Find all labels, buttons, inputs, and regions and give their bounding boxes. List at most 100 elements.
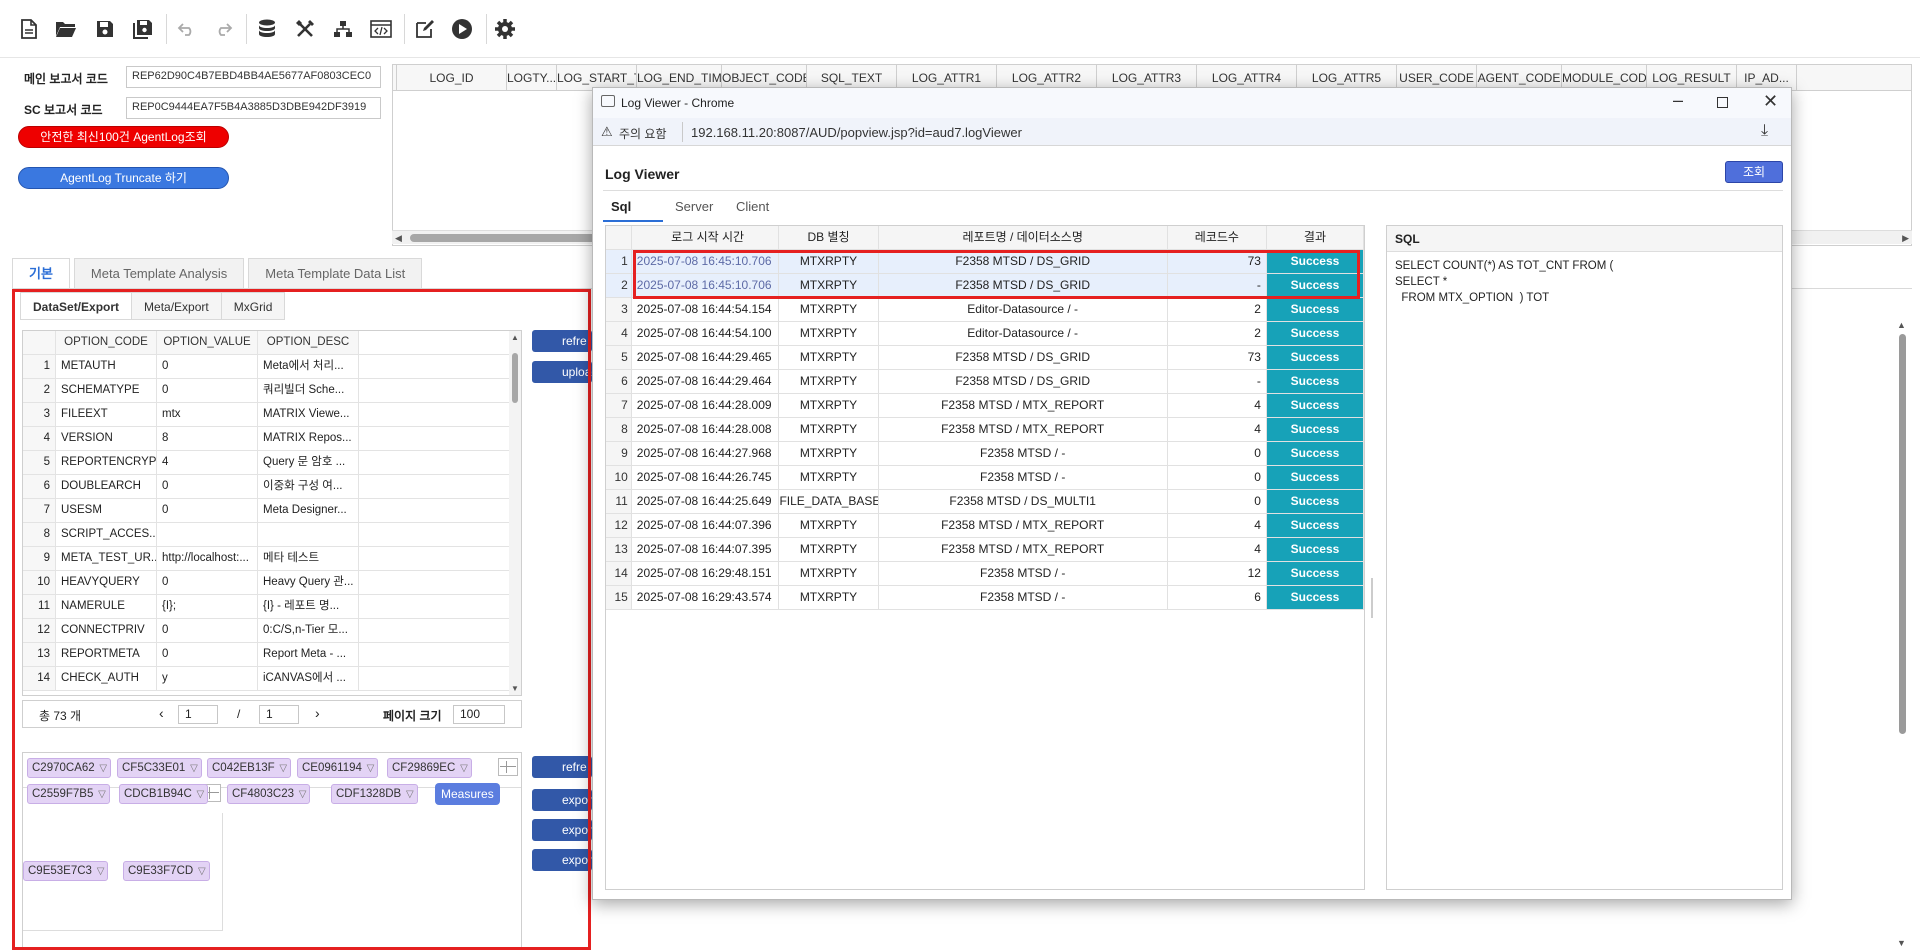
table-row[interactable]: 4 2025-07-08 16:44:54.100 MTXRPTY Editor-Da… bbox=[606, 322, 1364, 346]
table-row[interactable]: 13 REPORTMETA 0 Report Meta - ... bbox=[23, 643, 521, 667]
query-button[interactable]: 조회 bbox=[1725, 161, 1783, 183]
column-header[interactable]: OPTION_DESC bbox=[258, 331, 359, 354]
filter-icon[interactable]: ▽ bbox=[97, 763, 107, 774]
undo-icon[interactable] bbox=[174, 16, 200, 42]
agentlog-truncate-button[interactable]: AgentLog Truncate 하기 bbox=[18, 167, 229, 189]
filter-icon[interactable]: ▽ bbox=[277, 763, 287, 774]
tab-client[interactable]: Client bbox=[736, 199, 769, 214]
table-row[interactable]: 12 2025-07-08 16:44:07.396 MTXRPTY F2358 MT… bbox=[606, 514, 1364, 538]
table-row[interactable]: 12 CONNECTPRIV 0 0:C/S,n-Tier 모... bbox=[23, 619, 521, 643]
new-file-icon[interactable] bbox=[16, 16, 42, 42]
table-row[interactable]: 8 SCRIPT_ACCES... bbox=[23, 523, 521, 547]
table-row[interactable]: 1 METAUTH 0 Meta에서 처리... bbox=[23, 355, 521, 379]
next-page-icon[interactable]: › bbox=[315, 705, 320, 721]
pivot-column-chip[interactable]: CF4803C23 ▽ bbox=[227, 784, 311, 804]
export-excel-button[interactable]: exportE bbox=[532, 849, 592, 871]
table-row[interactable]: 6 2025-07-08 16:44:29.464 MTXRPTY F2358 MTS… bbox=[606, 370, 1364, 394]
column-header[interactable]: 결과 bbox=[1266, 226, 1364, 249]
tab-meta-template-data-list[interactable]: Meta Template Data List bbox=[248, 258, 423, 288]
filter-icon[interactable]: ▽ bbox=[194, 789, 205, 800]
filter-icon[interactable]: ▽ bbox=[95, 789, 106, 800]
column-header[interactable]: 레코드수 bbox=[1167, 226, 1267, 249]
table-row[interactable]: 11 NAMERULE {I}; {I} - 레포트 명... bbox=[23, 595, 521, 619]
pivot-filter-chip[interactable]: C042EB13F ▽ bbox=[207, 758, 292, 778]
refresh-pivot-button[interactable]: refre bbox=[532, 756, 592, 778]
filter-icon[interactable]: ▽ bbox=[457, 763, 468, 774]
edit-icon[interactable] bbox=[412, 16, 438, 42]
run-icon[interactable] bbox=[449, 16, 475, 42]
tab-dataset-export[interactable]: DataSet/Export bbox=[20, 292, 133, 320]
pivot-layout-icon[interactable] bbox=[498, 758, 518, 776]
pivot-filter-chip[interactable]: C2970CA62 ▽ bbox=[27, 758, 112, 778]
minimize-icon[interactable]: – bbox=[1673, 90, 1683, 111]
recent-agentlog-button[interactable]: 안전한 최신100건 AgentLog조회 bbox=[18, 126, 229, 148]
pivot-row-chip[interactable]: C9E53E7C3 ▽ bbox=[23, 861, 109, 881]
column-header[interactable]: 로그 시작 시간 bbox=[631, 226, 780, 249]
sql-text[interactable]: SELECT COUNT(*) AS TOT_CNT FROM (SELECT … bbox=[1387, 252, 1782, 312]
table-row[interactable]: 2 SCHEMATYPE 0 쿼리빌더 Sche... bbox=[23, 379, 521, 403]
column-header[interactable]: DB 별칭 bbox=[779, 226, 879, 249]
redo-icon[interactable] bbox=[210, 16, 236, 42]
tab-mxgrid[interactable]: MxGrid bbox=[220, 292, 286, 320]
filter-icon[interactable]: ▽ bbox=[94, 866, 105, 877]
table-row[interactable]: 5 REPORTENCRYP... 4 Query 문 암호 ... bbox=[23, 451, 521, 475]
table-row[interactable]: 6 DOUBLEARCH 0 이중화 구성 여... bbox=[23, 475, 521, 499]
filter-icon[interactable]: ▽ bbox=[296, 789, 307, 800]
tools-icon[interactable] bbox=[292, 16, 318, 42]
table-row[interactable]: 14 CHECK_AUTH y iCANVAS에서 ... bbox=[23, 667, 521, 691]
column-header[interactable]: LOG_ID bbox=[397, 65, 507, 90]
table-row[interactable]: 14 2025-07-08 16:29:48.151 MTXRPTY F2358 MT… bbox=[606, 562, 1364, 586]
option-grid-vscrollbar[interactable]: ▲ ▼ bbox=[509, 331, 521, 695]
pivot-filter-chip[interactable]: CE0961194 ▽ bbox=[297, 758, 379, 778]
upload-button[interactable]: upload bbox=[532, 361, 592, 383]
table-row[interactable]: 5 2025-07-08 16:44:29.465 MTXRPTY F2358 MTS… bbox=[606, 346, 1364, 370]
pivot-row-chip[interactable]: C9E33F7CD ▽ bbox=[123, 861, 210, 881]
column-header[interactable]: 레포트명 / 데이터소스명 bbox=[878, 226, 1168, 249]
filter-icon[interactable]: ▽ bbox=[403, 789, 414, 800]
table-row[interactable]: 9 META_TEST_UR... http://localhost:... 메타 테… bbox=[23, 547, 521, 571]
export-button[interactable]: export bbox=[532, 789, 592, 811]
maximize-icon[interactable] bbox=[1717, 97, 1728, 108]
filter-icon[interactable]: ▽ bbox=[195, 866, 206, 877]
table-row[interactable]: 7 USESM 0 Meta Designer... bbox=[23, 499, 521, 523]
table-row[interactable]: 4 VERSION 8 MATRIX Repos... bbox=[23, 427, 521, 451]
column-header[interactable]: OPTION_VALUE bbox=[157, 331, 258, 354]
table-row[interactable]: 7 2025-07-08 16:44:28.009 MTXRPTY F2358 MTS… bbox=[606, 394, 1364, 418]
code-icon[interactable] bbox=[368, 16, 394, 42]
pivot-column-chip[interactable]: C2559F7B5 ▽ bbox=[27, 784, 110, 804]
open-folder-icon[interactable] bbox=[53, 16, 79, 42]
main-report-code-field[interactable]: REP62D90C4B7EBD4BB4AE5677AF0803CEC0 bbox=[126, 66, 381, 88]
database-icon[interactable] bbox=[254, 16, 280, 42]
table-row[interactable]: 9 2025-07-08 16:44:27.968 MTXRPTY F2358 MTS… bbox=[606, 442, 1364, 466]
table-row[interactable]: 3 2025-07-08 16:44:54.154 MTXRPTY Editor-Da… bbox=[606, 298, 1364, 322]
column-header[interactable]: OPTION_CODE bbox=[56, 331, 157, 354]
hierarchy-icon[interactable] bbox=[330, 16, 356, 42]
tab-basic[interactable]: 기본 bbox=[12, 258, 70, 288]
page-size-input[interactable]: 100 bbox=[453, 705, 505, 724]
page-vscrollbar[interactable]: ▲ ▼ bbox=[1896, 320, 1908, 950]
pivot-filter-chip[interactable]: CF29869EC ▽ bbox=[387, 758, 472, 778]
url-text[interactable]: 192.168.11.20:8087/AUD/popview.jsp?id=au… bbox=[691, 125, 1022, 140]
save-all-icon[interactable] bbox=[130, 16, 156, 42]
tab-meta-export[interactable]: Meta/Export bbox=[131, 292, 222, 320]
table-row[interactable]: 10 HEAVYQUERY 0 Heavy Query 관... bbox=[23, 571, 521, 595]
tab-server[interactable]: Server bbox=[675, 199, 713, 214]
security-label[interactable]: 주의 요함 bbox=[619, 125, 667, 142]
tab-sql[interactable]: Sql bbox=[611, 199, 631, 214]
prev-page-icon[interactable]: ‹ bbox=[159, 705, 164, 721]
pivot-column-chip[interactable]: CDCB1B94C ▽ bbox=[119, 784, 209, 804]
close-icon[interactable]: ✕ bbox=[1763, 91, 1778, 112]
pivot-filter-chip[interactable]: CF5C33E01 ▽ bbox=[117, 758, 202, 778]
export-button-2[interactable]: export bbox=[532, 819, 592, 841]
pivot-column-chip[interactable]: CDF1328DB ▽ bbox=[331, 784, 418, 804]
table-row[interactable]: 10 2025-07-08 16:44:26.745 MTXRPTY F2358 MT… bbox=[606, 466, 1364, 490]
tab-meta-template-analysis[interactable]: Meta Template Analysis bbox=[73, 258, 245, 288]
settings-icon[interactable] bbox=[492, 16, 518, 42]
table-row[interactable]: 3 FILEEXT mtx MATRIX Viewe... bbox=[23, 403, 521, 427]
table-row[interactable]: 13 2025-07-08 16:44:07.395 MTXRPTY F2358 MT… bbox=[606, 538, 1364, 562]
column-header[interactable]: LOGTY... bbox=[507, 65, 557, 90]
measures-chip[interactable]: Measures bbox=[435, 783, 500, 805]
filter-icon[interactable]: ▽ bbox=[364, 763, 375, 774]
sc-report-code-field[interactable]: REP0C9444EA7F5B4A3885D3DBE942DF3919 bbox=[126, 97, 381, 119]
table-row[interactable]: 15 2025-07-08 16:29:43.574 MTXRPTY F2358 MT… bbox=[606, 586, 1364, 610]
